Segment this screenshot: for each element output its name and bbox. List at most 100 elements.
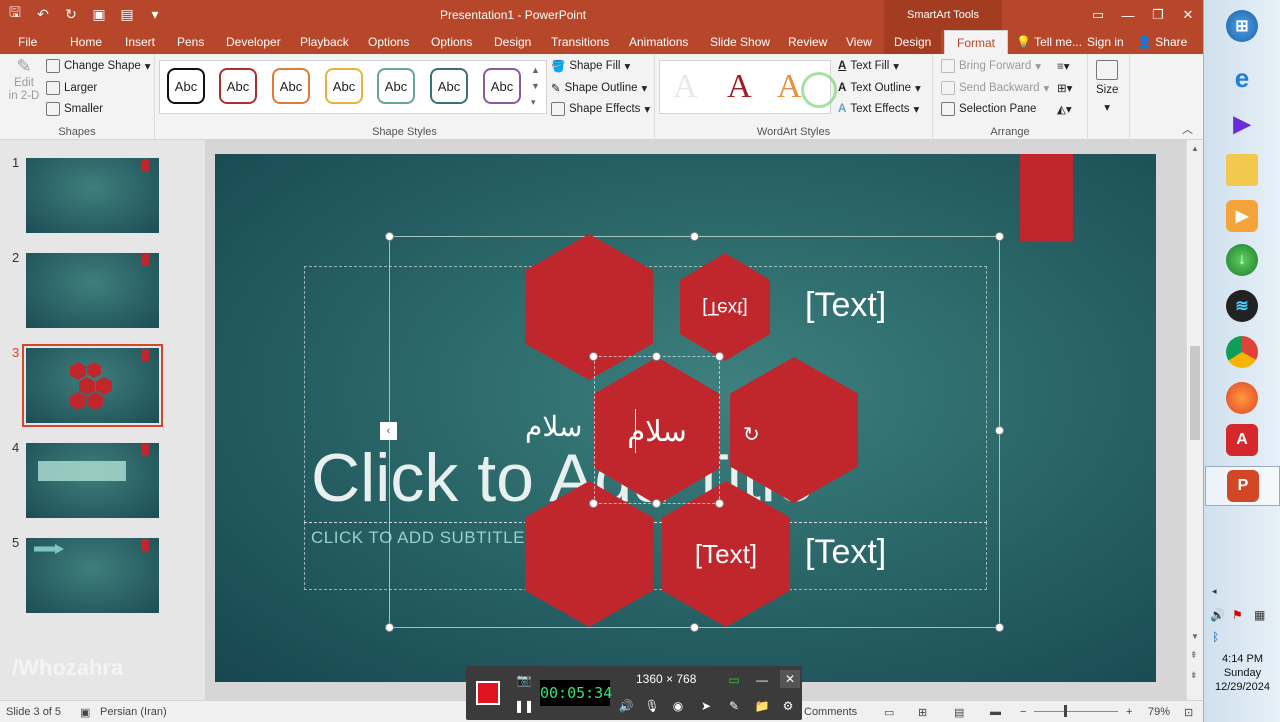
network-icon[interactable]: ▦	[1254, 608, 1265, 622]
minimize-recorder-icon[interactable]: —	[752, 671, 772, 689]
shape-style-2[interactable]: Abc	[219, 68, 257, 104]
tab-insert[interactable]: Insert	[125, 30, 155, 54]
tab-options-2[interactable]: Options	[431, 30, 472, 54]
volume-icon[interactable]: 🔊	[1210, 608, 1225, 622]
zoom-out-icon[interactable]: −	[1020, 706, 1026, 718]
media-player-icon[interactable]: ▶	[1226, 108, 1258, 140]
scroll-thumb[interactable]	[1190, 346, 1200, 440]
text-bullet-1[interactable]: [Text]	[805, 286, 886, 325]
resize-handle-tr[interactable]	[995, 232, 1004, 241]
resize-handle-br[interactable]	[995, 623, 1004, 632]
folder-icon[interactable]: 📁	[752, 697, 772, 715]
camera-icon[interactable]: 📷	[514, 671, 534, 689]
fit-slide-icon[interactable]: ⊡	[1184, 706, 1193, 719]
wordart-style-orange[interactable]: A	[777, 68, 802, 106]
sign-in-link[interactable]: Sign in	[1087, 30, 1124, 54]
slide-3[interactable]: Click to Add Title CLICK TO ADD SUBTITLE…	[215, 154, 1156, 682]
cursor-icon[interactable]: ➤	[696, 697, 716, 715]
scroll-up-icon[interactable]: ▲	[1191, 144, 1199, 153]
shape-style-4[interactable]: Abc	[325, 68, 363, 104]
send-backward-button[interactable]: Send Backward ▾	[941, 81, 1049, 95]
share-button[interactable]: 👤 Share	[1137, 30, 1187, 54]
speaker-icon[interactable]: 🔊	[616, 697, 636, 715]
tab-animations[interactable]: Animations	[629, 30, 688, 54]
system-clock[interactable]: 4:14 PM Sunday 12/29/2024	[1204, 652, 1280, 694]
save-icon[interactable]: 🖫	[4, 3, 26, 25]
undo-icon[interactable]: ↶	[32, 3, 54, 25]
resize-handle-t[interactable]	[690, 232, 699, 241]
bluetooth-icon[interactable]: ᛒ	[1212, 630, 1219, 644]
internet-explorer-icon[interactable]: e	[1226, 62, 1258, 94]
draw-icon[interactable]: ✎	[724, 697, 744, 715]
slideshow-view-icon[interactable]: ▬	[990, 706, 1001, 718]
tab-developer[interactable]: Developer	[226, 30, 281, 54]
zoom-level[interactable]: 79%	[1148, 706, 1170, 718]
tab-format[interactable]: Format	[944, 30, 1009, 54]
minimize-button[interactable]: —	[1113, 0, 1143, 30]
shape-handle[interactable]	[652, 499, 661, 508]
firefox-icon[interactable]	[1226, 382, 1258, 414]
prev-slide-icon[interactable]: ⇞	[1190, 650, 1198, 661]
slideshow-icon[interactable]: ▣	[88, 3, 110, 25]
wordart-style-plain[interactable]: A	[673, 68, 698, 106]
flag-icon[interactable]: ⚑	[1232, 608, 1243, 622]
shape-style-6[interactable]: Abc	[430, 68, 468, 104]
wordart-style-red[interactable]: A	[727, 68, 752, 106]
smaller-button[interactable]: Smaller	[46, 102, 103, 116]
text-effects-button[interactable]: A Text Effects ▾	[838, 102, 919, 116]
normal-view-icon[interactable]: ▭	[884, 706, 894, 719]
shape-handle[interactable]	[715, 499, 724, 508]
resize-handle-bl[interactable]	[385, 623, 394, 632]
slide-thumbnail-4[interactable]	[26, 443, 159, 518]
region-icon[interactable]: ▭	[724, 671, 744, 689]
tab-options-1[interactable]: Options	[368, 30, 409, 54]
rotate-handle-icon[interactable]: ↻	[743, 422, 760, 447]
reading-view-icon[interactable]: ▤	[954, 706, 964, 719]
zoom-slider-thumb[interactable]	[1064, 705, 1067, 717]
shape-style-3[interactable]: Abc	[272, 68, 310, 104]
shape-style-7[interactable]: Abc	[483, 68, 521, 104]
align-icon[interactable]: ≡▾	[1057, 59, 1069, 73]
gallery-scroll-icon[interactable]: ▲ ▼ ▾	[531, 62, 540, 110]
tab-pens[interactable]: Pens	[177, 30, 204, 54]
shape-style-1[interactable]: Abc	[167, 68, 205, 104]
winamp-icon[interactable]: ≋	[1226, 290, 1258, 322]
larger-button[interactable]: Larger	[46, 81, 97, 95]
slide-thumbnail-5[interactable]	[26, 538, 159, 613]
text-bullet-2[interactable]: [Text]	[805, 533, 886, 572]
chrome-icon[interactable]	[1226, 336, 1258, 368]
shape-fill-button[interactable]: 🪣 Shape Fill ▾	[551, 59, 630, 73]
acrobat-icon[interactable]: A	[1226, 424, 1258, 456]
shape-outline-button[interactable]: ✎ Shape Outline ▾	[551, 81, 647, 95]
microphone-icon[interactable]: 🎙	[642, 697, 662, 715]
shape-style-5[interactable]: Abc	[377, 68, 415, 104]
zoom-in-icon[interactable]: +	[1126, 706, 1132, 718]
zoom-slider[interactable]	[1034, 711, 1118, 712]
customize-qat-icon[interactable]: ▾	[144, 3, 166, 25]
tab-transitions[interactable]: Transitions	[551, 30, 609, 54]
tab-smartart-design[interactable]: Design	[884, 30, 942, 54]
collapse-ribbon-icon[interactable]: ︿	[1182, 121, 1193, 137]
tell-me-box[interactable]: 💡 Tell me...	[1016, 30, 1082, 54]
settings-icon[interactable]: ⚙	[778, 697, 798, 715]
tab-file[interactable]: File	[18, 30, 37, 54]
spellcheck-icon[interactable]: ▣	[80, 706, 90, 719]
download-manager-icon[interactable]: ↓	[1226, 244, 1258, 276]
maximize-button[interactable]: ❐	[1143, 0, 1173, 30]
open-icon[interactable]: ▤	[116, 3, 138, 25]
language-status[interactable]: Persian (Iran)	[100, 706, 167, 718]
video-player-icon[interactable]: ▶	[1226, 200, 1258, 232]
tab-design[interactable]: Design	[494, 30, 531, 54]
pause-icon[interactable]: ❚❚	[514, 697, 534, 715]
vertical-scrollbar[interactable]: ▲ ▼ ⇞ ⇟	[1186, 140, 1203, 700]
text-pane-toggle-icon[interactable]: ‹	[380, 422, 397, 440]
shape-handle[interactable]	[652, 352, 661, 361]
tab-slideshow[interactable]: Slide Show	[710, 30, 770, 54]
record-stop-button[interactable]	[476, 681, 500, 705]
slide-sorter-icon[interactable]: ⊞	[918, 706, 927, 719]
ribbon-display-icon[interactable]: ▭	[1083, 0, 1113, 30]
size-button[interactable]: Size ▾	[1096, 60, 1118, 114]
slide-thumbnail-1[interactable]	[26, 158, 159, 233]
tab-playback[interactable]: Playback	[300, 30, 349, 54]
tab-review[interactable]: Review	[788, 30, 827, 54]
